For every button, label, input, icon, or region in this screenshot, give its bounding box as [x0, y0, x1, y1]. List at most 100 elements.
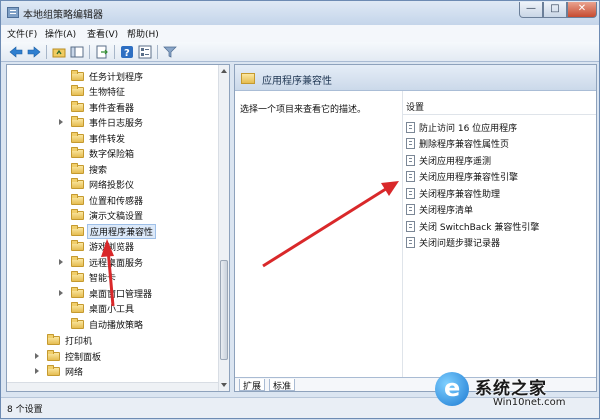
expand-arrow-icon[interactable]: [35, 368, 39, 374]
menu-help[interactable]: 帮助(H): [127, 27, 159, 40]
toolbar-separator: [46, 45, 47, 59]
policy-setting-icon: [406, 171, 415, 182]
tree-item-label: 智能卡: [89, 274, 117, 284]
tree-item-label: 远程桌面服务: [89, 259, 144, 269]
expand-arrow-icon[interactable]: [59, 290, 63, 296]
policy-editor-icon: [7, 7, 19, 18]
policy-setting-icon: [406, 204, 415, 215]
setting-label: 关闭程序兼容性助理: [419, 190, 501, 200]
folder-icon: [71, 85, 84, 96]
watermark: 系统之家 Win10net.com: [431, 370, 599, 418]
filter-icon[interactable]: [163, 45, 177, 59]
policy-setting-icon: [406, 221, 415, 232]
scroll-down-arrow-icon[interactable]: [221, 383, 227, 387]
tree-item-label: 网络: [65, 368, 84, 378]
properties-icon[interactable]: [138, 45, 152, 59]
tree-item-label: 游戏浏览器: [89, 243, 135, 253]
setting-label: 删除程序兼容性属性页: [419, 140, 510, 150]
folder-icon: [47, 365, 60, 376]
tree-item-label: 桌面小工具: [89, 305, 135, 315]
tree-item-label: 演示文稿设置: [89, 212, 144, 222]
setting-label: 关闭应用程序遥测: [419, 157, 492, 167]
expand-arrow-icon[interactable]: [35, 353, 39, 359]
details-pane: 应用程序兼容性 选择一个项目来查看它的描述。 设置 防止访问 16 位应用程序 …: [234, 64, 597, 392]
folder-icon: [71, 318, 84, 329]
expand-arrow-icon[interactable]: [59, 259, 63, 265]
minimize-button[interactable]: —: [519, 2, 543, 18]
scroll-thumb[interactable]: [220, 260, 228, 360]
tree-item-label: 生物特征: [89, 88, 126, 98]
folder-icon: [71, 116, 84, 127]
title-bar[interactable]: 本地组策略编辑器 — □ ✕: [1, 1, 599, 25]
folder-icon: [71, 209, 84, 220]
tree-item-label: 数字保险箱: [89, 150, 135, 160]
site-logo-icon: [435, 372, 469, 406]
folder-icon: [71, 271, 84, 282]
tree-vertical-scrollbar[interactable]: [218, 65, 229, 391]
settings-column-header[interactable]: 设置: [406, 100, 424, 113]
folder-icon: [71, 132, 84, 143]
toolbar-separator: [157, 45, 158, 59]
tab-standard[interactable]: 标准: [269, 379, 296, 391]
folder-icon: [71, 225, 84, 236]
tree-item-label: 自动播放策略: [89, 321, 144, 331]
toolbar-separator: [114, 45, 115, 59]
svg-text:?: ?: [124, 48, 130, 59]
help-icon[interactable]: ?: [120, 45, 134, 59]
details-title: 应用程序兼容性: [262, 76, 332, 87]
watermark-title: 系统之家: [475, 379, 547, 399]
policy-setting-icon: [406, 188, 415, 199]
description-text: 选择一个项目来查看它的描述。: [240, 105, 367, 115]
folder-icon: [71, 240, 84, 251]
forward-arrow-icon[interactable]: [27, 45, 41, 59]
tree-item-label: 打印机: [65, 337, 93, 347]
menu-view[interactable]: 查看(V): [87, 27, 118, 40]
folder-icon: [71, 302, 84, 313]
tree-item-label: 事件转发: [89, 135, 126, 145]
up-folder-icon[interactable]: [52, 45, 66, 59]
tab-extended[interactable]: 扩展: [239, 379, 266, 391]
scroll-up-arrow-icon[interactable]: [221, 69, 227, 73]
tree-item-label: 应用程序兼容性: [87, 224, 157, 239]
setting-label: 关闭应用程序兼容性引擎: [419, 173, 519, 183]
folder-icon: [71, 163, 84, 174]
tree-item-label: 事件日志服务: [89, 119, 144, 129]
menu-action[interactable]: 操作(A): [45, 27, 76, 40]
settings-list: 设置 防止访问 16 位应用程序 删除程序兼容性属性页 关闭应用程序遥测 关闭应…: [402, 91, 596, 391]
folder-icon: [241, 73, 255, 84]
expand-arrow-icon[interactable]: [59, 119, 63, 125]
menu-file[interactable]: 文件(F): [7, 27, 37, 40]
policy-setting-icon: [406, 155, 415, 166]
setting-label: 关闭 SwitchBack 兼容性引擎: [419, 223, 540, 233]
tree-item-label: 搜索: [89, 166, 108, 176]
toolbar-separator: [89, 45, 90, 59]
app-window: 本地组策略编辑器 — □ ✕ 文件(F) 操作(A) 查看(V) 帮助(H) ?: [0, 0, 600, 419]
folder-icon: [71, 147, 84, 158]
policy-setting-icon: [406, 122, 415, 133]
back-arrow-icon[interactable]: [9, 45, 23, 59]
toolbar: ?: [1, 42, 599, 62]
setting-label: 关闭程序清单: [419, 206, 474, 216]
tree-item-label: 网络投影仪: [89, 181, 135, 191]
close-button[interactable]: ✕: [567, 2, 597, 18]
tree-item-label: 位置和传感器: [89, 197, 144, 207]
policy-setting-icon: [406, 138, 415, 149]
tree-pane[interactable]: 任务计划程序 生物特征 事件查看器 事件日志服务 事件转发 数字保险箱 搜索 网…: [6, 64, 230, 392]
details-header: 应用程序兼容性: [235, 65, 596, 91]
watermark-url: Win10net.com: [493, 397, 566, 408]
show-hide-tree-icon[interactable]: [70, 45, 84, 59]
menu-bar: 文件(F) 操作(A) 查看(V) 帮助(H): [1, 25, 599, 42]
window-title: 本地组策略编辑器: [23, 10, 103, 21]
header-divider: [403, 114, 596, 115]
export-list-icon[interactable]: [95, 45, 109, 59]
tree-item-label: 任务计划程序: [89, 73, 144, 83]
folder-icon: [71, 101, 84, 112]
folder-icon: [71, 70, 84, 81]
tree-item-label: 桌面窗口管理器: [89, 290, 153, 300]
status-text: 8 个设置: [7, 405, 43, 415]
folder-icon: [71, 287, 84, 298]
maximize-button[interactable]: □: [543, 2, 567, 18]
tree-horizontal-scrollbar[interactable]: [7, 382, 218, 391]
policy-setting-icon: [406, 237, 415, 248]
setting-label: 防止访问 16 位应用程序: [419, 124, 518, 134]
